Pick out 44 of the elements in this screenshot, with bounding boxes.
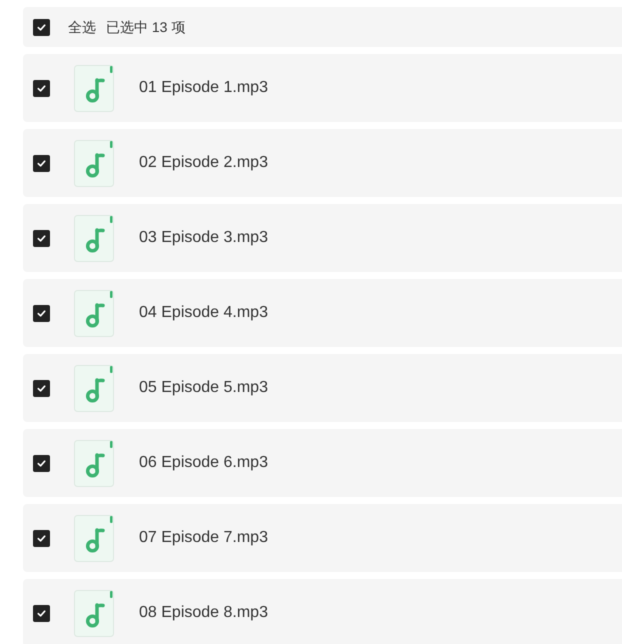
music-file-icon: [74, 514, 114, 562]
checkbox[interactable]: [33, 80, 50, 96]
file-row[interactable]: 07 Episode 7.mp3: [23, 504, 622, 572]
select-all-label[interactable]: 全选: [68, 16, 96, 38]
checkbox[interactable]: [33, 18, 50, 36]
file-name: 01 Episode 1.mp3: [139, 78, 268, 98]
checkbox[interactable]: [33, 154, 50, 172]
checkbox[interactable]: [33, 454, 50, 472]
music-file-icon: [74, 64, 114, 112]
check-icon: [36, 308, 47, 318]
file-row[interactable]: 06 Episode 6.mp3: [23, 429, 622, 497]
file-name: 03 Episode 3.mp3: [139, 228, 268, 248]
file-row[interactable]: 03 Episode 3.mp3: [23, 204, 622, 272]
checkbox[interactable]: [33, 380, 50, 396]
file-row[interactable]: 05 Episode 5.mp3: [23, 354, 622, 422]
file-name: 08 Episode 8.mp3: [139, 603, 268, 623]
checkbox[interactable]: [33, 304, 50, 322]
file-name: 05 Episode 5.mp3: [139, 378, 268, 398]
check-icon: [36, 22, 47, 32]
check-icon: [36, 458, 47, 468]
file-row[interactable]: 08 Episode 8.mp3: [23, 579, 622, 644]
file-row[interactable]: 02 Episode 2.mp3: [23, 129, 622, 197]
file-row[interactable]: 04 Episode 4.mp3: [23, 279, 622, 347]
check-icon: [36, 82, 47, 94]
check-icon: [36, 532, 47, 544]
file-name: 02 Episode 2.mp3: [139, 153, 268, 173]
music-file-icon: [74, 140, 114, 186]
check-icon: [36, 382, 47, 394]
music-file-icon: [74, 364, 114, 412]
file-name: 07 Episode 7.mp3: [139, 528, 268, 548]
check-icon: [36, 608, 47, 618]
check-icon: [36, 232, 47, 244]
check-icon: [36, 158, 47, 168]
music-file-icon: [74, 290, 114, 336]
file-name: 04 Episode 4.mp3: [139, 303, 268, 323]
music-file-icon: [74, 214, 114, 262]
file-row[interactable]: 01 Episode 1.mp3: [23, 54, 622, 122]
selected-count: 已选中 13 项: [106, 18, 186, 36]
music-file-icon: [74, 590, 114, 636]
music-file-icon: [74, 440, 114, 486]
checkbox[interactable]: [33, 530, 50, 546]
file-name: 06 Episode 6.mp3: [139, 453, 268, 473]
checkbox[interactable]: [33, 604, 50, 622]
checkbox[interactable]: [33, 230, 50, 246]
